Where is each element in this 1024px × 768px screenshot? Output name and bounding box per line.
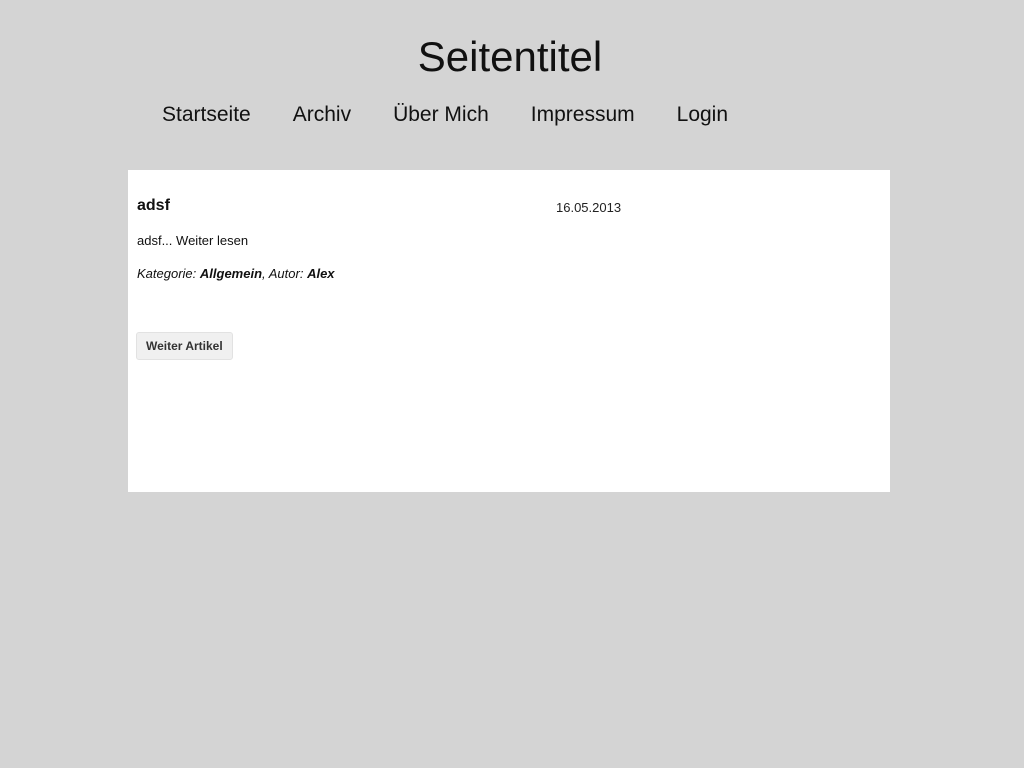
nav-item-ueber-mich[interactable]: Über Mich: [393, 101, 489, 129]
main-nav: Startseite Archiv Über Mich Impressum Lo…: [162, 101, 728, 129]
post-meta: Kategorie: Allgemein, Autor: Alex: [137, 266, 335, 281]
author-label: Autor:: [268, 266, 304, 281]
site-header: Seitentitel Startseite Archiv Über Mich …: [0, 0, 1024, 170]
post-date: 16.05.2013: [556, 200, 622, 215]
content-panel: adsf 16.05.2013 adsf... Weiter lesen Kat…: [128, 170, 890, 492]
post-title: adsf: [137, 197, 170, 214]
category-link[interactable]: Allgemein: [200, 266, 262, 281]
category-label: Kategorie:: [137, 266, 197, 281]
post-excerpt-text: adsf...: [137, 233, 173, 248]
author-link[interactable]: Alex: [307, 266, 334, 281]
nav-item-impressum[interactable]: Impressum: [531, 101, 635, 129]
nav-item-archiv[interactable]: Archiv: [293, 101, 351, 129]
post-excerpt: adsf... Weiter lesen: [137, 233, 248, 249]
site-title: Seitentitel: [417, 33, 603, 80]
nav-item-startseite[interactable]: Startseite: [162, 101, 251, 129]
read-more-link[interactable]: Weiter lesen: [176, 233, 248, 248]
next-article-button[interactable]: Weiter Artikel: [136, 332, 233, 360]
nav-item-login[interactable]: Login: [677, 101, 728, 129]
